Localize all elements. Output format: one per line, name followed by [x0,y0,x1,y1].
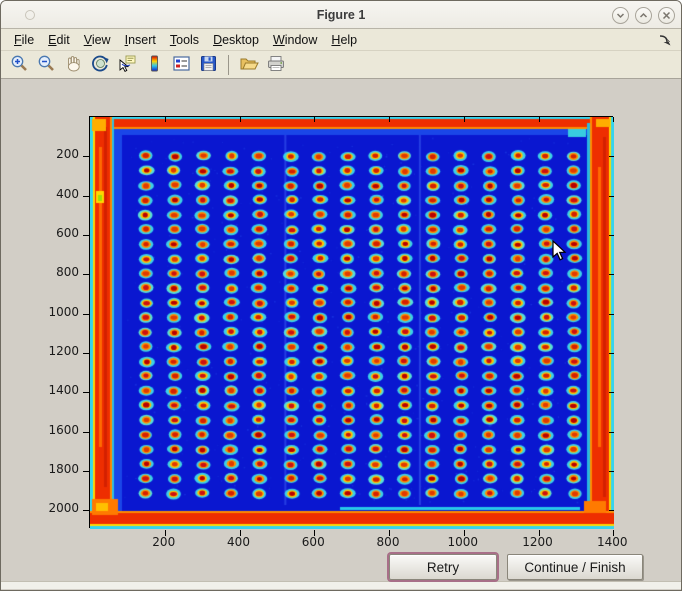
y-tick [83,353,89,354]
y-tick [609,235,614,236]
menu-file[interactable]: File [14,33,34,47]
y-tick-label: 600 [37,226,79,240]
y-tick [609,510,614,511]
y-tick [609,314,614,315]
y-tick [83,196,89,197]
rotate-3d-button[interactable] [88,53,112,77]
dock-arrow-icon[interactable] [658,33,671,49]
y-tick [83,314,89,315]
menu-edit[interactable]: Edit [48,33,70,47]
close-button[interactable] [658,7,675,24]
y-tick [609,156,614,157]
x-tick-label: 600 [283,535,343,549]
menu-help[interactable]: Help [331,33,357,47]
zoom-out-icon [37,54,56,76]
y-tick-label: 2000 [37,501,79,515]
chevron-down-icon [616,11,625,20]
y-tick [609,471,614,472]
x-tick [464,117,465,122]
y-tick [83,392,89,393]
menu-window[interactable]: Window [273,33,317,47]
figure-toolbar [1,51,681,79]
y-tick-label: 1800 [37,462,79,476]
x-tick-label: 1400 [582,535,642,549]
menu-insert[interactable]: Insert [125,33,156,47]
retry-button[interactable]: Retry [389,554,497,580]
y-tick [609,392,614,393]
pan-button[interactable] [61,53,85,77]
continue-finish-button[interactable]: Continue / Finish [507,554,643,580]
chevron-up-icon [639,11,648,20]
hand-icon [64,54,83,76]
close-icon [662,11,671,20]
x-tick [240,117,241,122]
window-title: Figure 1 [317,8,366,22]
menu-tools[interactable]: Tools [170,33,199,47]
y-tick [609,353,614,354]
printer-icon [266,54,286,76]
zoom-in-button[interactable] [7,53,31,77]
x-tick [613,117,614,122]
x-tick [539,117,540,122]
y-tick-label: 1200 [37,344,79,358]
save-button[interactable] [196,53,220,77]
title-bar[interactable]: Figure 1 [1,1,681,29]
y-tick [83,274,89,275]
y-tick-label: 1400 [37,383,79,397]
y-tick [83,156,89,157]
legend-icon [172,54,191,76]
x-tick-label: 200 [134,535,194,549]
y-tick [609,196,614,197]
y-tick-label: 1000 [37,305,79,319]
figure-client-area: Retry Continue / Finish 200 400 600 800 1000… [1,79,681,581]
y-tick [83,432,89,433]
menu-desktop[interactable]: Desktop [213,33,259,47]
toolbar-separator [228,55,229,75]
y-tick-label: 400 [37,187,79,201]
bottom-strip [1,581,681,589]
y-tick [83,471,89,472]
data-cursor-icon [118,54,137,76]
legend-button[interactable] [169,53,193,77]
y-tick [83,510,89,511]
data-cursor-button[interactable] [115,53,139,77]
x-tick-label: 1200 [508,535,568,549]
minimize-button[interactable] [612,7,629,24]
x-tick-label: 1000 [433,535,493,549]
plate-image-canvas [90,117,614,529]
axes [89,116,613,528]
menu-bar: File Edit View Insert Tools Desktop Window Help [1,29,681,51]
open-button[interactable] [237,53,261,77]
window-menu-icon [25,10,35,20]
x-tick-label: 400 [209,535,269,549]
x-tick-label: 800 [358,535,418,549]
open-folder-icon [239,54,259,76]
colorbar-icon [145,54,164,76]
y-tick [609,274,614,275]
save-icon [199,54,218,76]
y-tick-label: 200 [37,147,79,161]
x-tick [314,117,315,122]
menu-view[interactable]: View [84,33,111,47]
y-tick [609,432,614,433]
window-controls [612,7,675,24]
figure-window: Figure 1 File Edit View Insert Tools Desktop W… [0,0,682,591]
print-button[interactable] [264,53,288,77]
maximize-button[interactable] [635,7,652,24]
y-tick-label: 1600 [37,423,79,437]
colorbar-button[interactable] [142,53,166,77]
zoom-out-button[interactable] [34,53,58,77]
x-tick [165,117,166,122]
x-tick [389,117,390,122]
rotate-icon [91,54,110,76]
y-tick-label: 800 [37,265,79,279]
y-tick [83,235,89,236]
zoom-in-icon [10,54,29,76]
